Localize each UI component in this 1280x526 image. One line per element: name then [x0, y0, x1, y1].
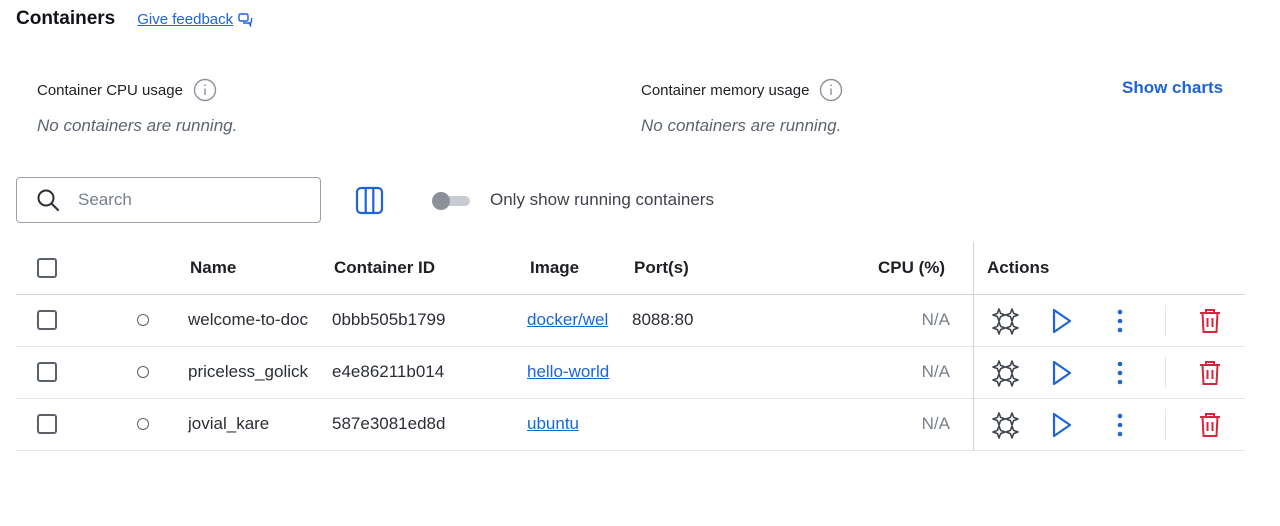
give-feedback-label[interactable]: Give feedback [137, 11, 233, 28]
info-icon[interactable] [819, 78, 843, 102]
give-feedback-link[interactable]: Give feedback [137, 11, 253, 28]
row-actions [974, 295, 1245, 346]
columns-toggle-button[interactable] [355, 186, 384, 220]
column-header-actions: Actions [987, 258, 1050, 277]
more-vertical-icon[interactable] [1116, 359, 1124, 387]
column-header-image[interactable]: Image [530, 258, 579, 278]
container-name[interactable]: welcome-to-doc [188, 310, 322, 330]
columns-icon [355, 186, 384, 215]
memory-usage-panel: Container memory usage No containers are… [641, 78, 843, 136]
cpu-usage-label-row: Container CPU usage [37, 78, 237, 102]
play-icon[interactable] [1050, 307, 1074, 335]
table-row[interactable]: priceless_golick e4e86211b014 hello-worl… [16, 347, 1245, 399]
cpu-value: N/A [921, 362, 950, 381]
actions-separator [1165, 409, 1166, 440]
status-indicator [137, 418, 149, 430]
running-only-toggle[interactable] [432, 192, 470, 210]
column-header-name[interactable]: Name [190, 258, 236, 278]
row-actions [974, 399, 1245, 450]
trash-icon[interactable] [1198, 307, 1222, 335]
ports-value: 8088:80 [632, 310, 694, 329]
memory-usage-label-row: Container memory usage [641, 78, 843, 102]
column-header-ports[interactable]: Port(s) [634, 258, 689, 278]
page-header: Containers Give feedback [16, 8, 253, 30]
page-title: Containers [16, 8, 116, 29]
row-checkbox[interactable] [37, 414, 57, 434]
cpu-value: N/A [921, 310, 950, 329]
search-icon [37, 189, 59, 211]
search-input[interactable] [76, 189, 300, 211]
cpu-usage-label: Container CPU usage [37, 81, 183, 99]
table-header: Name Container ID Image Port(s) CPU (%) … [16, 242, 1245, 295]
memory-usage-label: Container memory usage [641, 81, 810, 99]
select-all-checkbox[interactable] [37, 258, 57, 278]
actions-separator [1165, 357, 1166, 388]
sparkle-icon[interactable] [992, 411, 1020, 439]
containers-table: Name Container ID Image Port(s) CPU (%) … [16, 242, 1245, 451]
info-icon[interactable] [193, 78, 217, 102]
chat-bubble-icon [238, 12, 253, 27]
search-box[interactable] [16, 177, 321, 223]
row-checkbox[interactable] [37, 362, 57, 382]
container-id: 0bbb505b1799 [332, 310, 446, 329]
running-only-label: Only show running containers [490, 190, 714, 209]
play-icon[interactable] [1050, 359, 1074, 387]
row-checkbox[interactable] [37, 310, 57, 330]
row-actions [974, 347, 1245, 398]
toggle-knob [432, 192, 450, 210]
container-name[interactable]: jovial_kare [188, 414, 322, 434]
image-link[interactable]: hello-world [527, 362, 621, 382]
trash-icon[interactable] [1198, 411, 1222, 439]
memory-usage-status: No containers are running. [641, 116, 842, 135]
cpu-usage-status: No containers are running. [37, 116, 238, 135]
actions-separator [1165, 305, 1166, 336]
column-header-cpu[interactable]: CPU (%) [878, 258, 945, 278]
cpu-usage-panel: Container CPU usage No containers are ru… [37, 78, 237, 136]
image-link[interactable]: docker/wel [527, 310, 621, 330]
actions-column-divider [973, 242, 974, 451]
container-name[interactable]: priceless_golick [188, 362, 322, 382]
trash-icon[interactable] [1198, 359, 1222, 387]
more-vertical-icon[interactable] [1116, 307, 1124, 335]
cpu-value: N/A [921, 414, 950, 433]
table-row[interactable]: welcome-to-doc 0bbb505b1799 docker/wel 8… [16, 295, 1245, 347]
container-id: 587e3081ed8d [332, 414, 446, 433]
image-link[interactable]: ubuntu [527, 414, 621, 434]
sparkle-icon[interactable] [992, 359, 1020, 387]
table-row[interactable]: jovial_kare 587e3081ed8d ubuntu N/A [16, 399, 1245, 451]
show-charts-button[interactable]: Show charts [1122, 78, 1223, 98]
play-icon[interactable] [1050, 411, 1074, 439]
container-id: e4e86211b014 [332, 362, 445, 381]
more-vertical-icon[interactable] [1116, 411, 1124, 439]
column-header-container-id[interactable]: Container ID [334, 258, 435, 278]
status-indicator [137, 314, 149, 326]
status-indicator [137, 366, 149, 378]
sparkle-icon[interactable] [992, 307, 1020, 335]
